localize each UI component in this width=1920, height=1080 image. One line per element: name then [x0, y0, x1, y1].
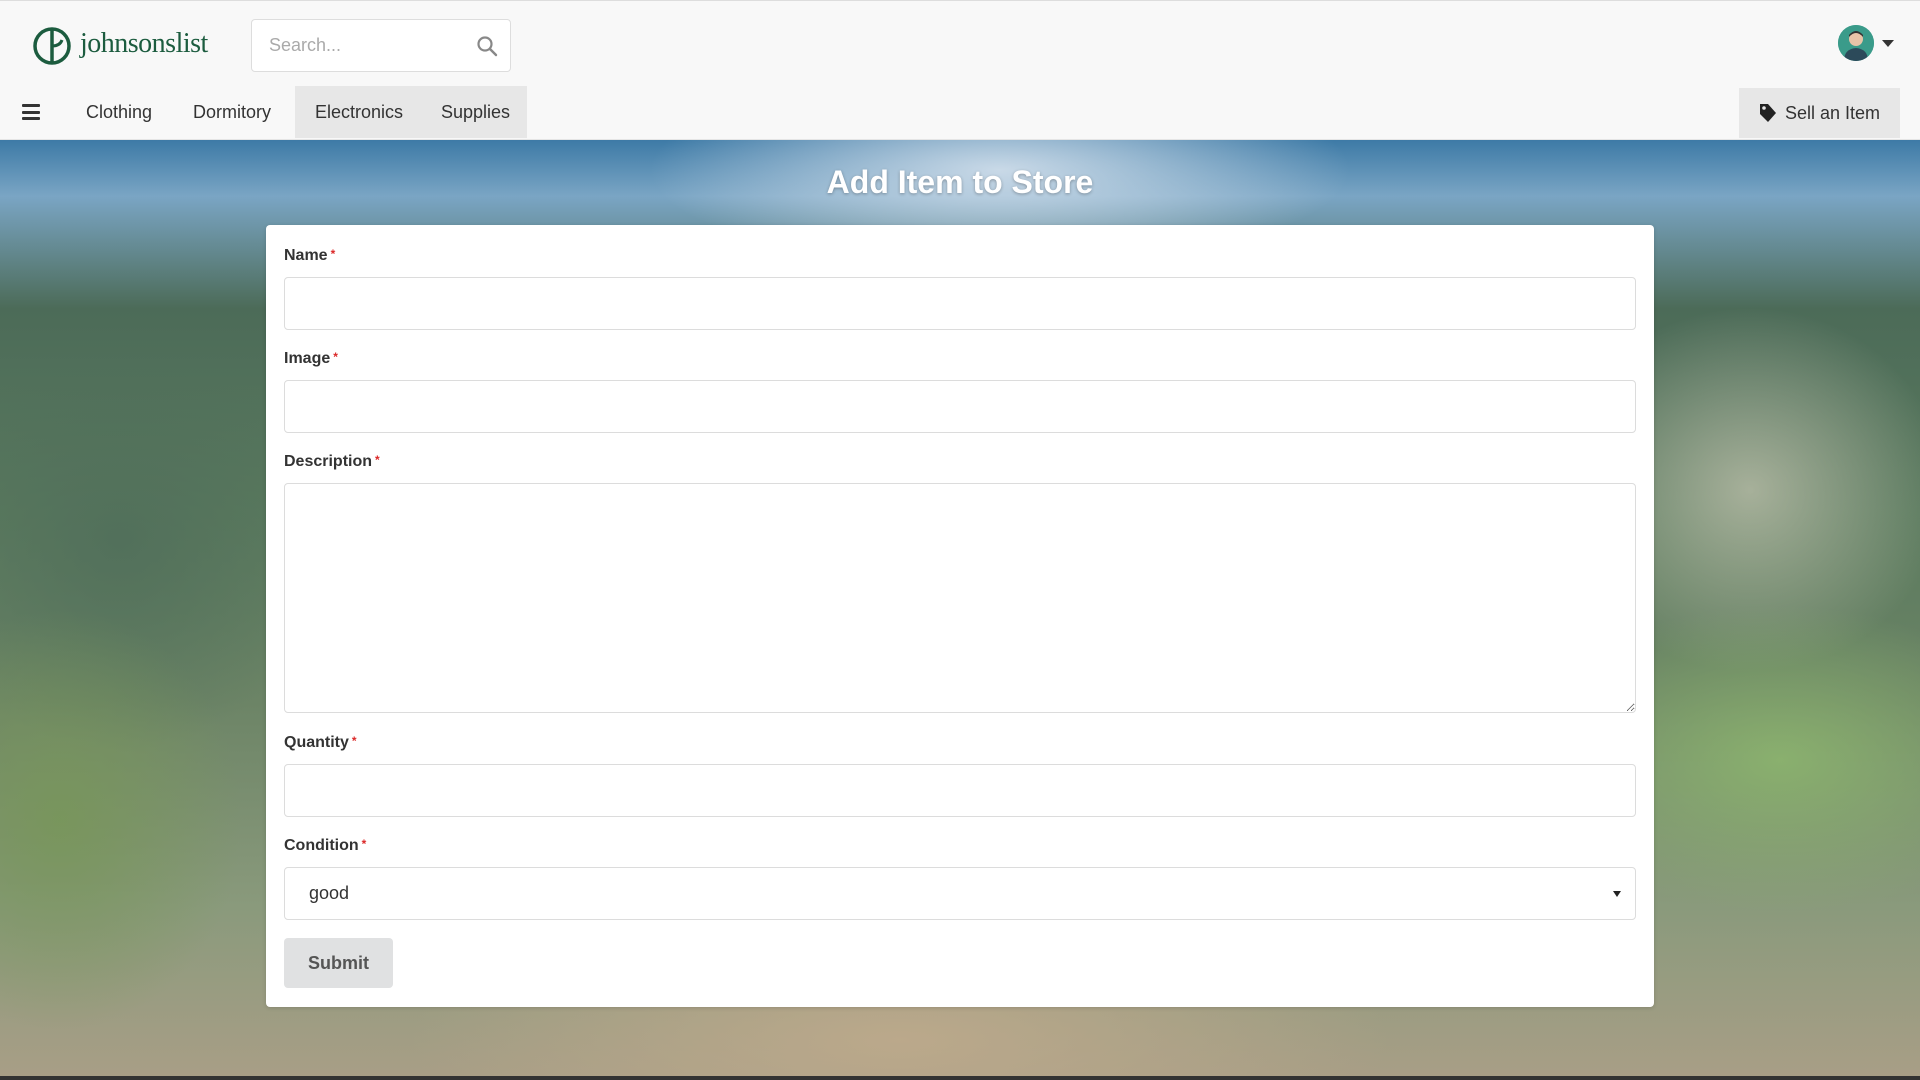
name-label: Name * — [284, 247, 336, 264]
sell-item-button[interactable]: Sell an Item — [1738, 88, 1900, 138]
chevron-down-icon — [1613, 891, 1621, 897]
avatar[interactable] — [1838, 25, 1874, 61]
tag-icon — [1759, 104, 1776, 122]
menu-icon[interactable] — [22, 104, 40, 120]
condition-selected-value: good — [309, 883, 350, 903]
quantity-field[interactable] — [284, 764, 1636, 817]
condition-select[interactable]: good — [284, 867, 1636, 920]
site-logo[interactable]: johnsonslist — [32, 19, 208, 69]
name-field[interactable] — [284, 277, 1636, 330]
search-icon[interactable] — [476, 35, 498, 57]
logo-icon — [33, 27, 71, 65]
image-field[interactable] — [284, 380, 1636, 433]
search-box — [251, 19, 511, 72]
required-marker: * — [361, 837, 367, 851]
required-marker: * — [351, 734, 357, 748]
search-input[interactable] — [252, 20, 462, 71]
add-item-form: Name * Image * Description * Quantity * Cond… — [266, 225, 1654, 1007]
quantity-label: Quantity * — [284, 734, 357, 751]
page-title: Add Item to Store — [826, 164, 1094, 200]
top-header: johnsonslist — [0, 0, 1920, 86]
required-marker: * — [330, 247, 336, 261]
user-menu[interactable] — [1838, 25, 1894, 61]
image-label: Image * — [284, 350, 338, 367]
sell-item-label: Sell an Item — [1784, 102, 1880, 123]
required-marker: * — [333, 350, 338, 364]
condition-label: Condition * — [284, 837, 367, 854]
nav-item-dormitory[interactable]: Dormitory — [173, 86, 291, 138]
submit-button[interactable]: Submit — [284, 938, 393, 988]
nav-item-supplies[interactable]: Supplies — [421, 86, 527, 138]
description-field[interactable] — [284, 483, 1636, 713]
category-nav: Clothing Dormitory Electronics Supplies … — [0, 86, 1920, 140]
main-content: Add Item to Store Name * Image * Descripti… — [0, 140, 1920, 1076]
description-label: Description * — [284, 453, 380, 470]
nav-item-clothing[interactable]: Clothing — [66, 86, 172, 138]
bottom-border — [0, 1076, 1920, 1080]
nav-item-electronics[interactable]: Electronics — [295, 86, 424, 138]
avatar-image — [1838, 25, 1874, 61]
required-marker: * — [375, 453, 380, 467]
logo-text: johnsonslist — [80, 28, 208, 59]
chevron-down-icon[interactable] — [1882, 39, 1894, 47]
